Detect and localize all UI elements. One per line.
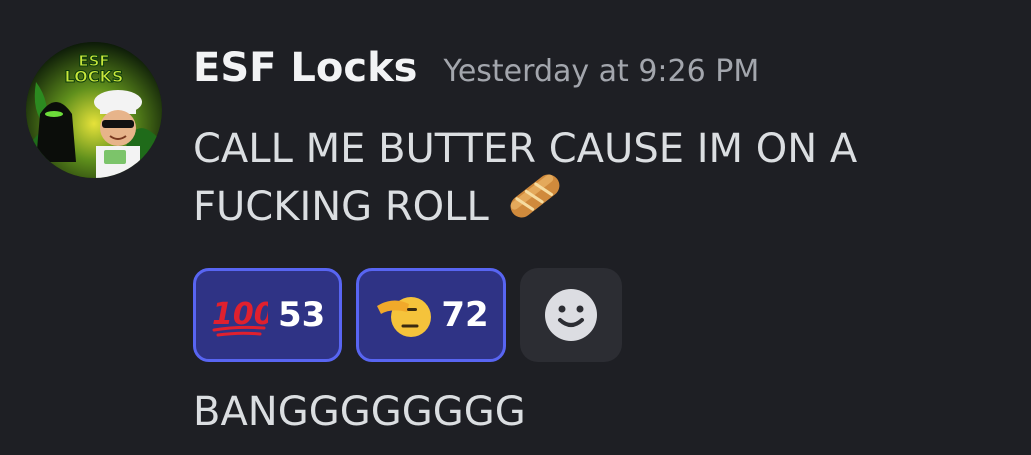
chat-message: ESF LOCKS ESF Locks Yesterday at 9:26 PM… <box>0 0 1031 455</box>
reaction-saluting-face[interactable]: 72 <box>356 268 506 362</box>
message-line-2-text: FUCKING ROLL <box>193 184 489 230</box>
followup-message: BANGGGGGGGG <box>193 389 526 435</box>
user-avatar[interactable]: ESF LOCKS <box>26 42 162 178</box>
hundred-points-icon: 100 <box>210 292 268 338</box>
reaction-hundred-points[interactable]: 100 53 <box>193 268 343 362</box>
smiley-face-icon <box>544 289 597 341</box>
message-header: ESF Locks Yesterday at 9:26 PM <box>193 45 759 91</box>
message-line-2: FUCKING ROLL <box>193 174 993 239</box>
username[interactable]: ESF Locks <box>193 45 417 91</box>
message-content: CALL ME BUTTER CAUSE IM ON A FUCKING ROL… <box>193 120 993 239</box>
reaction-count: 72 <box>441 295 489 335</box>
message-line-1: CALL ME BUTTER CAUSE IM ON A <box>193 126 858 172</box>
add-reaction-button[interactable] <box>519 268 622 362</box>
saluting-face-icon <box>373 290 432 340</box>
esf-locks-avatar-icon: ESF LOCKS <box>26 42 162 178</box>
reaction-count: 53 <box>278 295 326 335</box>
timestamp[interactable]: Yesterday at 9:26 PM <box>443 54 759 89</box>
reactions-bar: 100 53 72 <box>193 268 622 362</box>
baguette-bread-icon <box>503 169 567 239</box>
svg-text:LOCKS: LOCKS <box>65 67 124 86</box>
